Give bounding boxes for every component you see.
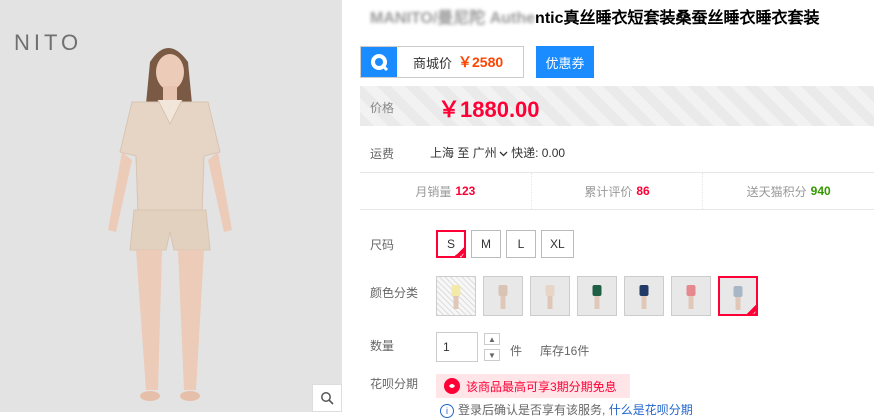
huabei-label: 花呗分期 [370, 377, 419, 391]
color-swatch[interactable] [436, 276, 476, 316]
model-photo [108, 48, 232, 401]
mall-logo-icon [361, 47, 397, 77]
product-detail-panel: MANITO/曼尼陀 Authentic真丝睡衣短套装桑蚕丝睡衣睡衣套装 商城价… [360, 0, 874, 418]
huabei-banner: 该商品最高可享3期分期免息 [436, 374, 630, 398]
selected-check-icon [454, 246, 465, 260]
size-option-m[interactable]: M [471, 230, 501, 258]
shipping-info: 上海 至 广州 快递: 0.00 [430, 144, 565, 161]
coupon-button[interactable]: 优惠券 [536, 46, 594, 78]
price-label: 价格 [370, 101, 395, 115]
size-option-l[interactable]: L [506, 230, 536, 258]
mall-price-value: ￥2580 [458, 54, 504, 70]
price-value: ￥1880.00 [438, 97, 540, 122]
chevron-down-icon: ▼ [488, 350, 496, 360]
monthly-sales: 月销量 123 [360, 173, 532, 209]
selected-check-icon [746, 304, 756, 314]
color-swatch[interactable] [624, 276, 664, 316]
color-swatch[interactable] [530, 276, 570, 316]
color-label: 颜色分类 [370, 286, 419, 300]
color-swatch[interactable] [577, 276, 617, 316]
huabei-notice: i 登录后确认是否享有该服务, 什么是花呗分期 [440, 401, 693, 418]
review-count-value: 86 [636, 184, 650, 198]
shipping-destination: 广州 [472, 146, 497, 160]
zoom-button[interactable] [312, 384, 342, 412]
huabei-help-link[interactable]: 什么是花呗分期 [609, 403, 693, 417]
review-count[interactable]: 累计评价 86 [532, 173, 704, 209]
huabei-notice-text: 登录后确认是否享有该服务, [458, 403, 606, 417]
shipping-to-word: 至 [457, 146, 470, 160]
color-options [436, 276, 758, 316]
stock-count: 库存16件 [540, 344, 590, 358]
monthly-sales-label: 月销量 [415, 184, 452, 199]
color-swatch-selected[interactable] [718, 276, 758, 316]
product-main-image[interactable]: NITO [0, 0, 342, 412]
quantity-label: 数量 [370, 339, 395, 353]
size-option-s[interactable]: S [436, 230, 466, 260]
size-option-xl[interactable]: XL [541, 230, 574, 258]
shipping-label: 运费 [370, 147, 395, 161]
monthly-sales-value: 123 [455, 184, 476, 198]
chevron-down-icon [499, 151, 508, 157]
quantity-increase-button[interactable]: ▲ [484, 333, 500, 345]
quantity-decrease-button[interactable]: ▼ [484, 349, 500, 361]
tmall-points-label: 送天猫积分 [746, 184, 807, 199]
price-band: 价格 ￥1880.00 [360, 86, 874, 126]
stats-bar: 月销量 123 累计评价 86 送天猫积分 940 [360, 172, 874, 210]
chevron-up-icon: ▲ [488, 334, 496, 344]
size-options: S M L XL [436, 230, 574, 260]
size-label: 尺码 [370, 238, 395, 252]
shipping-from: 上海 [430, 146, 455, 160]
color-swatch[interactable] [483, 276, 523, 316]
quantity-input[interactable]: 1 [436, 332, 478, 362]
mall-price-label: 商城价 [413, 55, 453, 71]
product-title-blurred: MANITO/曼尼陀 Authe [370, 10, 536, 27]
info-icon: i [440, 404, 454, 418]
tmall-points: 送天猫积分 940 [703, 173, 874, 209]
quantity-unit: 件 [510, 344, 523, 358]
review-count-label: 累计评价 [584, 184, 633, 199]
product-title-text: ntic真丝睡衣短套装桑蚕丝睡衣睡衣套装 [535, 10, 820, 27]
magnifier-icon [321, 392, 334, 405]
shipping-method: 快递: 0.00 [511, 146, 566, 160]
product-title: MANITO/曼尼陀 Authentic真丝睡衣短套装桑蚕丝睡衣睡衣套装 [370, 4, 820, 28]
huabei-banner-text: 该商品最高可享3期分期免息 [466, 379, 617, 394]
color-swatch[interactable] [671, 276, 711, 316]
mall-price-box: 商城价 ￥2580 [360, 46, 524, 78]
shipping-destination-select[interactable]: 广州 [473, 146, 508, 160]
huabei-icon [444, 378, 460, 394]
tmall-points-value: 940 [810, 184, 831, 198]
